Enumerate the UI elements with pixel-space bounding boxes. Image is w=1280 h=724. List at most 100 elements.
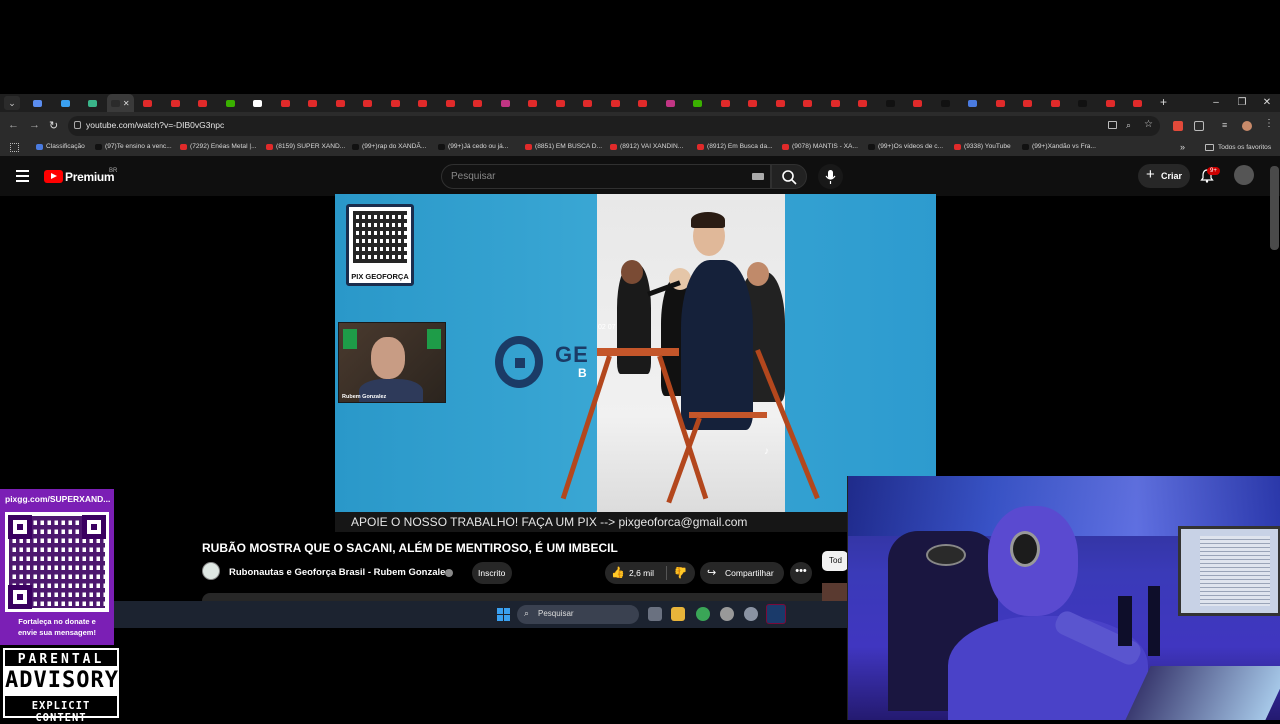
browser-tab[interactable]	[574, 94, 602, 112]
browser-tab[interactable]	[794, 94, 822, 112]
browser-tab[interactable]	[547, 94, 575, 112]
file-explorer-icon[interactable]	[671, 607, 685, 621]
create-button[interactable]: + Criar	[1138, 164, 1190, 188]
thumbs-up-icon[interactable]: 👍	[611, 566, 625, 579]
youtube-logo-icon[interactable]	[44, 170, 63, 183]
steam-icon[interactable]	[766, 604, 786, 624]
browser-tab[interactable]	[52, 94, 80, 112]
user-avatar[interactable]	[1234, 165, 1254, 185]
install-app-icon[interactable]	[1108, 121, 1117, 129]
profile-avatar-icon[interactable]	[1242, 121, 1252, 131]
media-controls-icon[interactable]: ≡	[1222, 120, 1227, 130]
windows-start-icon[interactable]	[497, 608, 510, 621]
bookmark-item[interactable]: (8912) Em Busca da...	[697, 143, 773, 150]
browser-tab[interactable]	[299, 94, 327, 112]
browser-tab[interactable]	[1014, 94, 1042, 112]
bookmark-item[interactable]: (99+)Já cedo ou já...	[438, 143, 508, 150]
thumbs-down-icon[interactable]: 👍	[674, 566, 688, 579]
settings-gear-icon[interactable]	[744, 607, 758, 621]
channel-name[interactable]: Rubonautas e Geoforça Brasil - Rubem Gon…	[229, 567, 450, 578]
browser-tab[interactable]	[1097, 94, 1125, 112]
youtube-brand[interactable]: Premium	[65, 170, 115, 184]
browser-tab[interactable]	[327, 94, 355, 112]
obs-icon[interactable]	[720, 607, 734, 621]
browser-tab[interactable]	[987, 94, 1015, 112]
video-player[interactable]: PIX GEOFORÇA Rubem Gonzalez GE B 02 07 ♪	[335, 194, 936, 512]
browser-tab[interactable]	[162, 94, 190, 112]
close-tab-icon[interactable]: ✕	[123, 99, 130, 108]
bookmark-item[interactable]: (7292) Enéas Metal |...	[180, 143, 257, 150]
browser-tab[interactable]	[217, 94, 245, 112]
bookmark-item[interactable]: (99+)Xandão vs Fra...	[1022, 143, 1096, 150]
like-count[interactable]: 2,6 mil	[629, 568, 654, 578]
maximize-button[interactable]: ❐	[1229, 94, 1255, 112]
bookmark-item[interactable]: (9338) YouTube	[954, 143, 1011, 150]
search-input[interactable]: Pesquisar	[441, 164, 771, 189]
browser-tab[interactable]	[189, 94, 217, 112]
forward-icon[interactable]: →	[29, 119, 40, 131]
tab-list-button[interactable]: ⌄	[4, 96, 20, 110]
browser-tab[interactable]	[822, 94, 850, 112]
url-text[interactable]: youtube.com/watch?v=-DIB0vG3npc	[86, 120, 224, 130]
bookmark-item[interactable]: Classificação	[36, 143, 85, 150]
browser-tab[interactable]	[354, 94, 382, 112]
browser-tab[interactable]	[932, 94, 960, 112]
minimize-button[interactable]: –	[1203, 94, 1229, 112]
browser-tab[interactable]	[1124, 94, 1152, 112]
bookmark-item[interactable]: (97)Te ensino a venc...	[95, 143, 172, 150]
hamburger-menu-icon[interactable]	[16, 170, 29, 182]
browser-tab[interactable]	[272, 94, 300, 112]
browser-tab[interactable]	[712, 94, 740, 112]
new-tab-button[interactable]: +	[1160, 95, 1167, 109]
bookmark-item[interactable]: (99+)Os vídeos de c...	[868, 143, 943, 150]
taskbar-search[interactable]: ⌕ Pesquisar	[517, 605, 639, 624]
browser-tab[interactable]	[904, 94, 932, 112]
zoom-icon[interactable]: ⌕	[1126, 120, 1131, 131]
browser-tab[interactable]	[684, 94, 712, 112]
close-window-button[interactable]: ✕	[1254, 94, 1280, 112]
voice-search-button[interactable]	[818, 164, 843, 189]
bookmark-item[interactable]: (8159) SUPER XAND...	[266, 143, 345, 150]
back-icon[interactable]: ←	[8, 119, 19, 131]
browser-tab[interactable]	[629, 94, 657, 112]
browser-tab[interactable]	[877, 94, 905, 112]
browser-tab[interactable]	[134, 94, 162, 112]
browser-tab[interactable]	[79, 94, 107, 112]
reload-icon[interactable]: ↻	[49, 119, 58, 132]
browser-tab[interactable]	[959, 94, 987, 112]
browser-tab[interactable]	[767, 94, 795, 112]
search-button[interactable]	[771, 164, 807, 189]
bookmark-item[interactable]: (9078) MANTIS - XA...	[782, 143, 858, 150]
browser-tab[interactable]	[24, 94, 52, 112]
bookmark-star-icon[interactable]: ☆	[1144, 119, 1153, 130]
keyboard-icon[interactable]	[752, 173, 764, 180]
browser-tab[interactable]	[1069, 94, 1097, 112]
browser-tab[interactable]	[437, 94, 465, 112]
more-actions-button[interactable]: •••	[790, 562, 812, 584]
browser-menu-icon[interactable]: ⋮	[1264, 118, 1274, 129]
subscribed-button[interactable]: Inscrito	[472, 562, 512, 584]
browser-tab[interactable]	[602, 94, 630, 112]
browser-tab[interactable]	[409, 94, 437, 112]
bookmark-item[interactable]: (99+)rap do XANDÃ...	[352, 143, 426, 150]
browser-tab[interactable]: ✕	[106, 94, 134, 112]
omnibox[interactable]: youtube.com/watch?v=-DIB0vG3npc ⌕ ☆	[68, 116, 1160, 136]
browser-tab[interactable]	[382, 94, 410, 112]
all-bookmarks-link[interactable]: Todos os favoritos	[1218, 144, 1271, 151]
chrome-icon[interactable]	[696, 607, 710, 621]
bookmark-item[interactable]: (8851) EM BUSCA D...	[525, 143, 602, 150]
browser-tab[interactable]	[519, 94, 547, 112]
site-info-icon[interactable]	[74, 121, 81, 129]
browser-tab[interactable]	[464, 94, 492, 112]
browser-tab[interactable]	[1042, 94, 1070, 112]
share-button[interactable]: ↪ Compartilhar	[700, 562, 784, 584]
browser-tab[interactable]	[492, 94, 520, 112]
task-view-icon[interactable]	[648, 607, 662, 621]
browser-tab[interactable]	[739, 94, 767, 112]
extension-icon[interactable]	[1173, 121, 1183, 131]
browser-tab[interactable]	[849, 94, 877, 112]
more-bookmarks-icon[interactable]: »	[1180, 142, 1185, 152]
browser-tab[interactable]	[244, 94, 272, 112]
recommended-thumbnail[interactable]	[822, 583, 848, 603]
browser-tab[interactable]	[657, 94, 685, 112]
